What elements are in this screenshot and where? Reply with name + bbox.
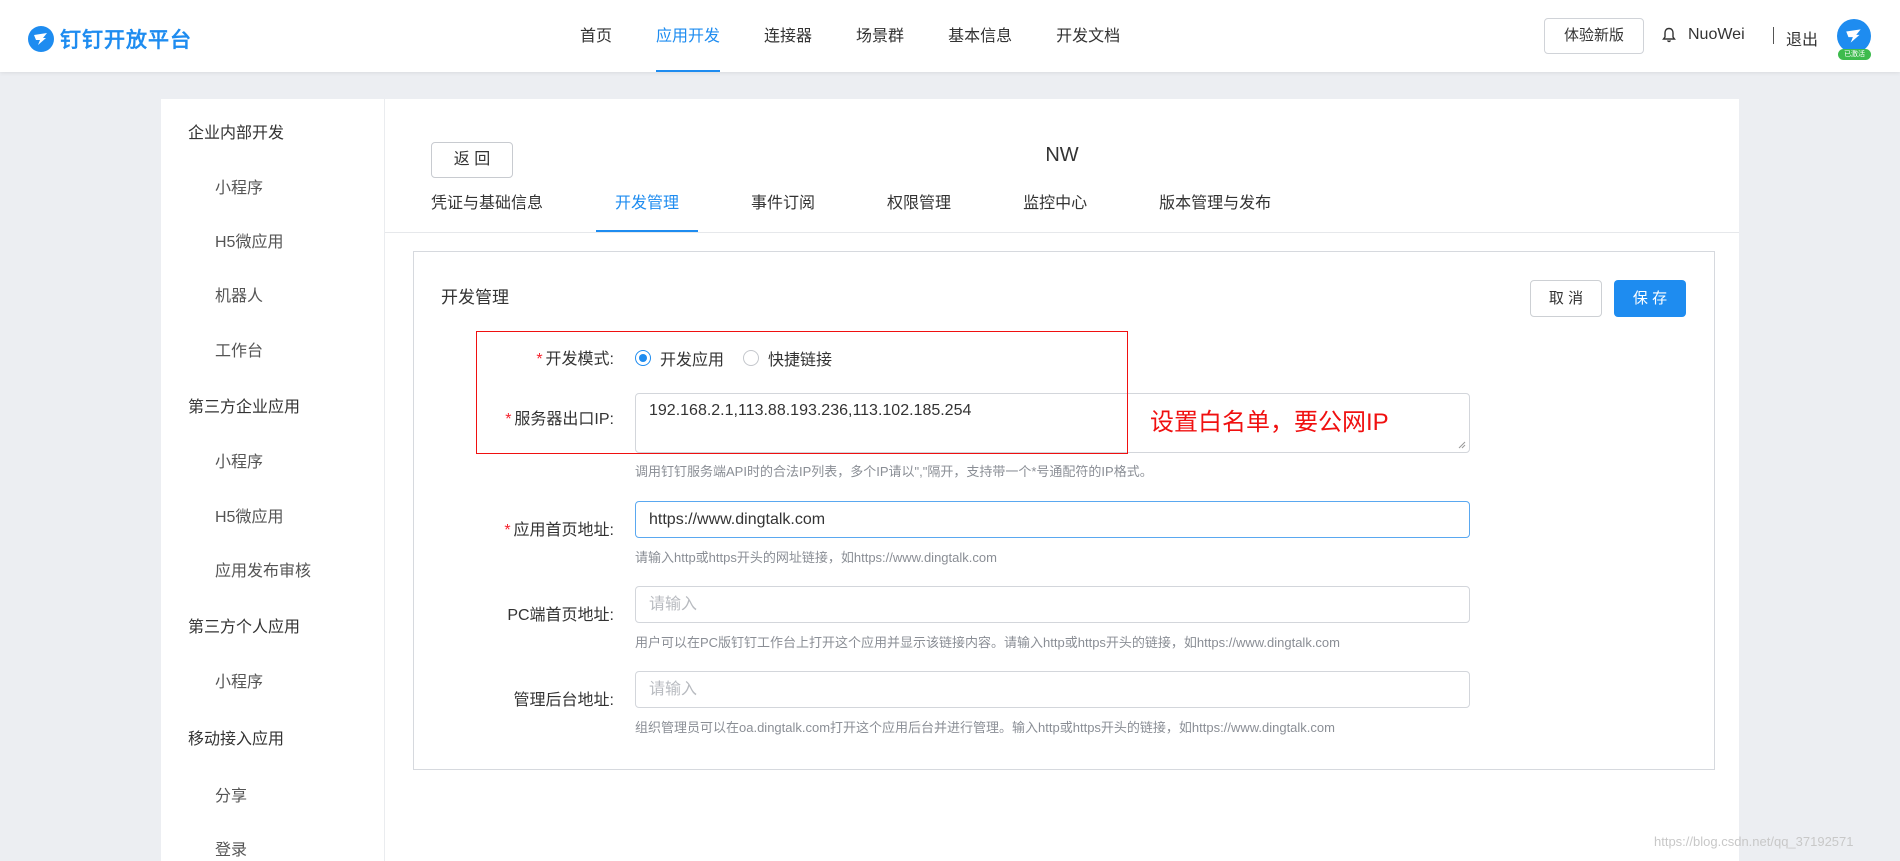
admin-url-input[interactable]: [635, 671, 1470, 708]
divider: [1773, 27, 1774, 44]
nav-item-home[interactable]: 首页: [580, 0, 612, 72]
try-new-version-button[interactable]: 体验新版: [1544, 18, 1644, 54]
nav-item-dev-docs[interactable]: 开发文档: [1056, 0, 1120, 72]
verified-badge: 已激活: [1838, 49, 1871, 60]
homepage-url-hint: 请输入http或https开头的网址链接，如https://www.dingta…: [635, 550, 997, 565]
tab-monitoring[interactable]: 监控中心: [1023, 196, 1087, 232]
sidebar-group-internal[interactable]: 企业内部开发: [188, 119, 284, 143]
required-mark: *: [536, 351, 543, 368]
radio-quick-link-label: 快捷链接: [768, 352, 833, 369]
server-ip-label-text: 服务器出口IP:: [514, 411, 614, 428]
tab-permissions[interactable]: 权限管理: [887, 196, 951, 232]
avatar[interactable]: [1837, 19, 1871, 53]
homepage-url-label: * 应用首页地址:: [414, 516, 614, 540]
sidebar-item-tp-h5[interactable]: H5微应用: [215, 503, 283, 527]
pc-homepage-url-hint: 用户可以在PC版钉钉工作台上打开这个应用并显示该链接内容。请输入http或htt…: [635, 635, 1340, 650]
required-mark: *: [504, 522, 511, 539]
sidebar-item-tp-review[interactable]: 应用发布审核: [215, 557, 311, 581]
dev-management-panel: 开发管理 取 消 保 存 * 开发模式: 开发应用 快捷链接 * 服务器出口IP:: [413, 251, 1715, 770]
required-mark: *: [505, 411, 512, 428]
main-card: 企业内部开发 小程序 H5微应用 机器人 工作台 第三方企业应用 小程序 H5微…: [161, 99, 1739, 861]
dev-mode-label-text: 开发模式:: [545, 351, 614, 368]
content-area: NW 返 回 凭证与基础信息 开发管理 事件订阅 权限管理 监控中心 版本管理与…: [385, 99, 1739, 861]
logout-link[interactable]: 退出: [1786, 26, 1818, 50]
radio-dev-app[interactable]: 开发应用: [635, 346, 724, 370]
sidebar-item-tp-miniprogram[interactable]: 小程序: [215, 448, 263, 472]
sidebar-group-third-party-enterprise[interactable]: 第三方企业应用: [188, 393, 300, 417]
pc-homepage-url-input[interactable]: [635, 586, 1470, 623]
annotation-text: 设置白名单，要公网IP: [1150, 409, 1389, 436]
cancel-button[interactable]: 取 消: [1530, 280, 1602, 317]
tab-credentials[interactable]: 凭证与基础信息: [431, 196, 543, 232]
sidebar-item-internal-workbench[interactable]: 工作台: [215, 337, 263, 361]
bell-icon[interactable]: [1662, 27, 1676, 43]
resize-handle-icon[interactable]: [1458, 441, 1466, 449]
sidebar: 企业内部开发 小程序 H5微应用 机器人 工作台 第三方企业应用 小程序 H5微…: [161, 99, 385, 861]
sidebar-item-internal-h5[interactable]: H5微应用: [215, 228, 283, 252]
tab-version-release[interactable]: 版本管理与发布: [1159, 196, 1271, 232]
sidebar-item-internal-robot[interactable]: 机器人: [215, 282, 263, 306]
logo[interactable]: 钉钉开放平台: [28, 24, 192, 54]
back-button[interactable]: 返 回: [431, 142, 513, 178]
radio-quick-link[interactable]: 快捷链接: [743, 346, 832, 370]
tab-event-subscription[interactable]: 事件订阅: [751, 196, 815, 232]
nav-item-basic-info[interactable]: 基本信息: [948, 0, 1012, 72]
top-navbar: 钉钉开放平台 首页 应用开发 连接器 场景群 基本信息 开发文档 体验新版 Nu…: [0, 0, 1900, 72]
homepage-url-label-text: 应用首页地址:: [513, 522, 614, 539]
nav-item-connector[interactable]: 连接器: [764, 0, 812, 72]
sidebar-item-internal-miniprogram[interactable]: 小程序: [215, 174, 263, 198]
username[interactable]: NuoWei: [1688, 26, 1745, 44]
save-button[interactable]: 保 存: [1614, 280, 1686, 317]
admin-url-hint: 组织管理员可以在oa.dingtalk.com打开这个应用后台并进行管理。输入h…: [635, 720, 1335, 735]
tab-bar: 凭证与基础信息 开发管理 事件订阅 权限管理 监控中心 版本管理与发布: [431, 196, 1271, 232]
tabs-divider: [385, 232, 1739, 233]
app-name: NW: [1045, 144, 1079, 166]
pc-homepage-url-label: PC端首页地址:: [507, 607, 614, 624]
homepage-url-input[interactable]: [635, 501, 1470, 538]
radio-unchecked-icon[interactable]: [743, 350, 759, 366]
sidebar-group-third-party-personal[interactable]: 第三方个人应用: [188, 613, 300, 637]
sidebar-item-login[interactable]: 登录: [215, 836, 247, 860]
logo-text: 钉钉开放平台: [60, 29, 192, 52]
watermark: https://blog.csdn.net/qq_37192571: [1654, 834, 1854, 849]
sidebar-item-personal-miniprogram[interactable]: 小程序: [215, 668, 263, 692]
nav-item-app-dev[interactable]: 应用开发: [656, 0, 721, 72]
admin-url-label: 管理后台地址:: [513, 692, 614, 709]
dev-mode-label: * 开发模式:: [414, 345, 614, 369]
radio-dev-app-label: 开发应用: [660, 352, 725, 369]
nav-item-scene-group[interactable]: 场景群: [856, 0, 904, 72]
radio-checked-icon[interactable]: [635, 350, 651, 366]
main-nav: 首页 应用开发 连接器 场景群 基本信息 开发文档: [580, 0, 1164, 72]
tab-dev-management[interactable]: 开发管理: [596, 196, 699, 232]
server-ip-label: * 服务器出口IP:: [414, 405, 614, 429]
panel-title: 开发管理: [441, 288, 509, 307]
dingtalk-logo-icon: [28, 26, 54, 52]
sidebar-group-mobile-access[interactable]: 移动接入应用: [188, 725, 284, 749]
server-ip-hint: 调用钉钉服务端API时的合法IP列表，多个IP请以","隔开，支持带一个*号通配…: [635, 464, 1153, 479]
sidebar-item-share[interactable]: 分享: [215, 782, 247, 806]
